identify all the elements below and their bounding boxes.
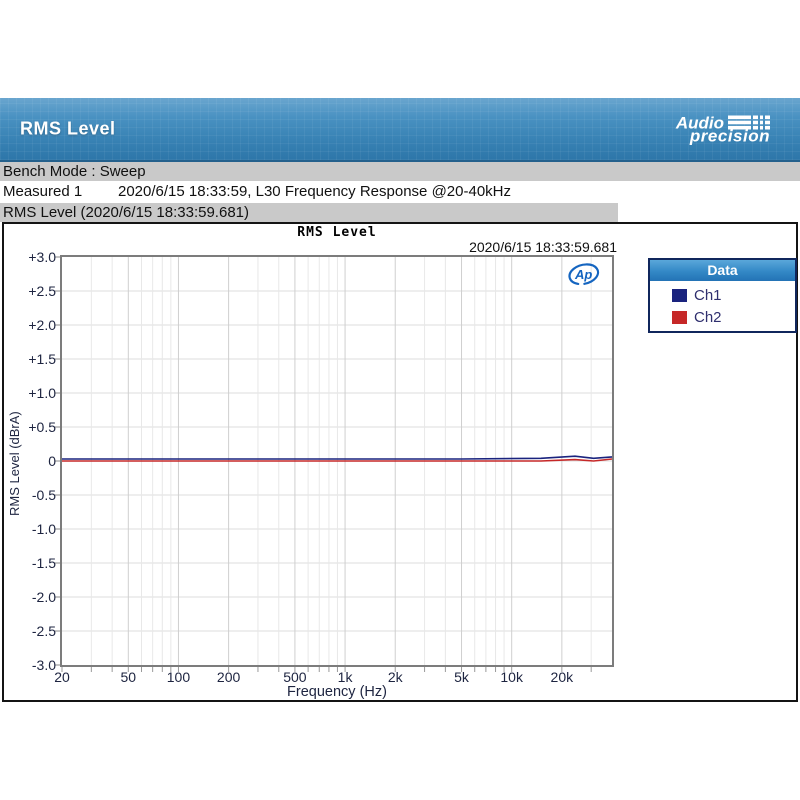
x-tick-label: 20 [37,669,87,685]
ch1-color-swatch [672,289,687,302]
x-tick-label: 200 [204,669,254,685]
legend-item-ch2[interactable]: Ch2 [650,306,795,331]
chart-timestamp: 2020/6/15 18:33:59.681 [60,239,617,255]
plot-canvas [62,257,612,665]
measured-value: 2020/6/15 18:33:59, L30 Frequency Respon… [118,181,511,203]
x-axis-title: Frequency (Hz) [60,684,614,700]
plot-area [60,255,614,667]
audio-precision-logo: Audio precision [676,115,770,144]
y-tick-label: +2.5 [4,282,56,300]
ch1-label: Ch1 [694,287,722,304]
y-tick-label: +3.0 [4,248,56,266]
x-tick-label: 50 [103,669,153,685]
ap-circle-logo-icon: Ap [568,261,602,287]
measured-row: Measured 1 2020/6/15 18:33:59, L30 Frequ… [0,181,800,203]
legend-box: Data Ch1 Ch2 [648,258,797,333]
y-tick-label: +1.5 [4,350,56,368]
svg-text:Ap: Ap [574,267,592,282]
y-tick-label: -2.0 [4,588,56,606]
x-tick-label: 1k [320,669,370,685]
x-tick-label: 5k [437,669,487,685]
x-tick-label: 10k [487,669,537,685]
y-tick-label: 0 [4,452,56,470]
y-tick-label: +0.5 [4,418,56,436]
ch2-color-swatch [672,311,687,324]
x-tick-label: 2k [370,669,420,685]
y-tick-label: -0.5 [4,486,56,504]
measured-label: Measured 1 [3,181,82,203]
chart-frame: RMS Level 2020/6/15 18:33:59.681 RMS Lev… [2,222,798,702]
page-title: RMS Level [20,119,116,140]
x-tick-label: 100 [153,669,203,685]
report-header: RMS Level Audio precision [0,98,800,162]
y-tick-label: -1.0 [4,520,56,538]
y-tick-label: -1.5 [4,554,56,572]
chart-title: RMS Level [60,225,614,240]
x-tick-label: 500 [270,669,320,685]
report-page: RMS Level Audio precision Bench Mode : S… [0,0,800,800]
legend-header: Data [650,260,795,281]
legend-item-ch1[interactable]: Ch1 [650,281,795,306]
section-title-bar: RMS Level (2020/6/15 18:33:59.681) [0,203,618,222]
bench-mode-bar: Bench Mode : Sweep [0,162,800,181]
ch2-label: Ch2 [694,309,722,326]
x-tick-label: 20k [537,669,587,685]
y-tick-label: +1.0 [4,384,56,402]
y-tick-label: -2.5 [4,622,56,640]
y-tick-label: +2.0 [4,316,56,334]
logo-text-precision: precision [676,129,770,144]
